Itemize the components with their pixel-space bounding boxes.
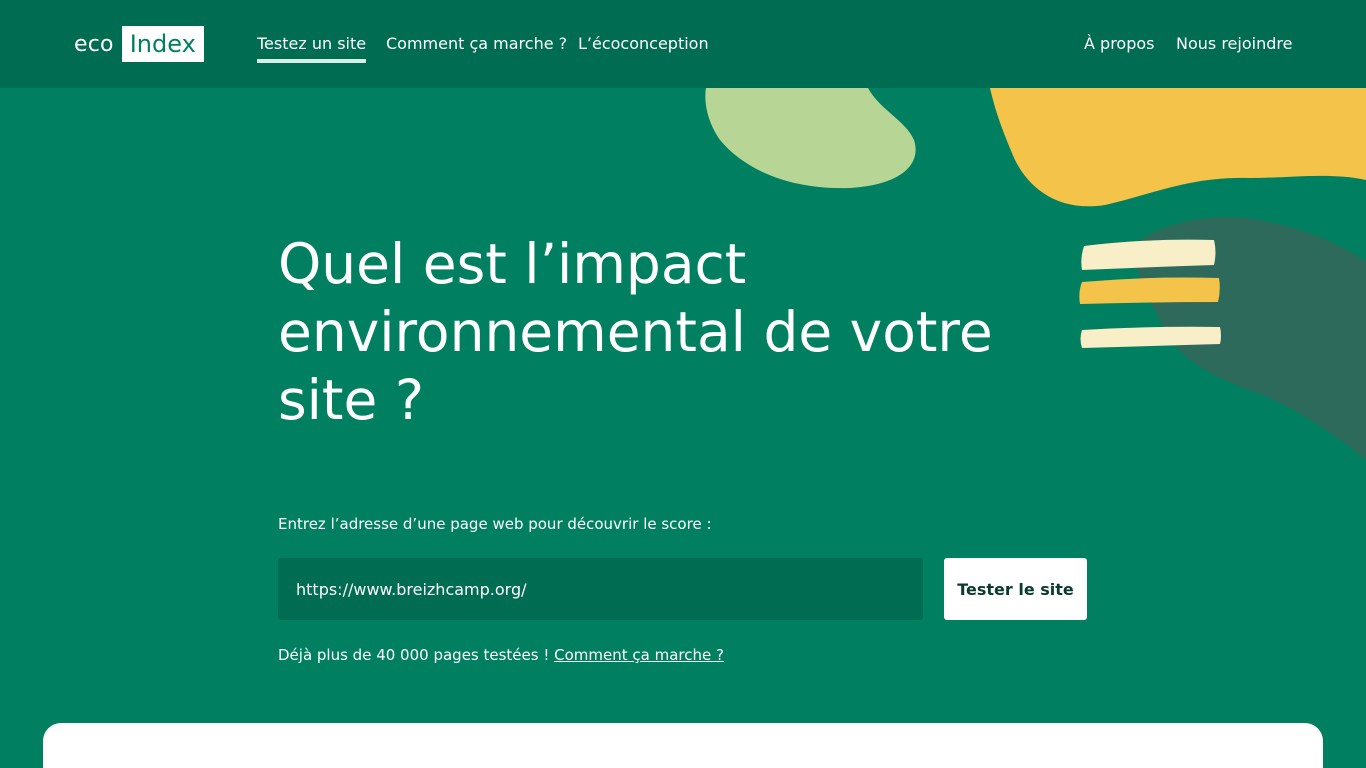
hero-title: Quel est l’impact environnemental de vot… bbox=[278, 232, 993, 432]
nav-a-propos[interactable]: À propos bbox=[1084, 34, 1154, 53]
comment-ca-marche-link[interactable]: Comment ça marche ? bbox=[554, 646, 724, 664]
nav-comment-ca-marche[interactable]: Comment ça marche ? bbox=[386, 34, 567, 53]
stripe-cream-bottom bbox=[1080, 326, 1221, 348]
yellow-blob bbox=[990, 88, 1366, 207]
nav-testez-un-site[interactable]: Testez un site bbox=[257, 34, 367, 63]
nav-ecoconception[interactable]: L’écoconception bbox=[578, 34, 709, 53]
nav-nous-rejoindre[interactable]: Nous rejoindre bbox=[1176, 34, 1292, 53]
stripe-yellow bbox=[1079, 277, 1220, 304]
stripe-cream-top bbox=[1081, 239, 1216, 270]
tester-le-site-button[interactable]: Tester le site bbox=[944, 558, 1087, 620]
site-header: eco Index Testez un site Comment ça marc… bbox=[0, 0, 1366, 88]
stats-text: Déjà plus de 40 000 pages testées ! bbox=[278, 646, 555, 664]
light-green-blob bbox=[705, 88, 916, 189]
results-card bbox=[43, 723, 1323, 768]
stats-line: Déjà plus de 40 000 pages testées ! Comm… bbox=[278, 646, 724, 664]
logo-eco-text: eco bbox=[74, 31, 114, 57]
url-prompt-label: Entrez l’adresse d’une page web pour déc… bbox=[278, 515, 712, 533]
logo-index-text: Index bbox=[121, 26, 204, 62]
dark-blob bbox=[1135, 216, 1366, 460]
ecoindex-logo[interactable]: eco Index bbox=[74, 26, 204, 62]
url-input[interactable] bbox=[278, 558, 923, 620]
